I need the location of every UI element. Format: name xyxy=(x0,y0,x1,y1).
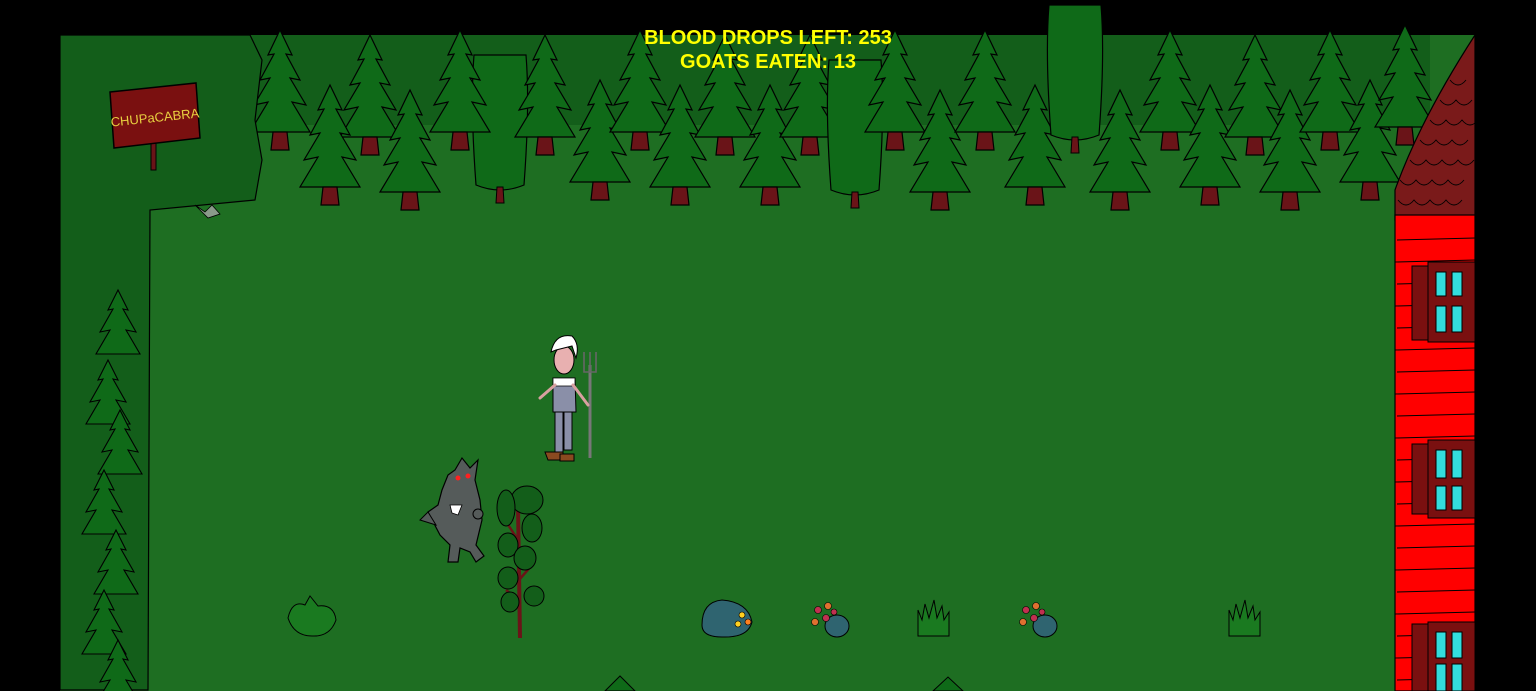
game-scene[interactable]: CHUPaCABRA xyxy=(0,0,1536,691)
house-window xyxy=(1411,261,1476,343)
hud: BLOOD DROPS LEFT: 253 GOATS EATEN: 13 xyxy=(568,26,968,74)
goats-eaten-label: GOATS EATEN: xyxy=(680,51,829,73)
blood-drops-value: 253 xyxy=(858,27,892,49)
goats-eaten-value: 13 xyxy=(833,51,856,73)
goats-eaten-counter: GOATS EATEN: 13 xyxy=(568,50,968,74)
blood-drops-label: BLOOD DROPS LEFT: xyxy=(644,27,853,49)
house-window xyxy=(1411,439,1476,519)
house-window xyxy=(1411,621,1476,691)
blood-drops-counter: BLOOD DROPS LEFT: 253 xyxy=(568,26,968,50)
